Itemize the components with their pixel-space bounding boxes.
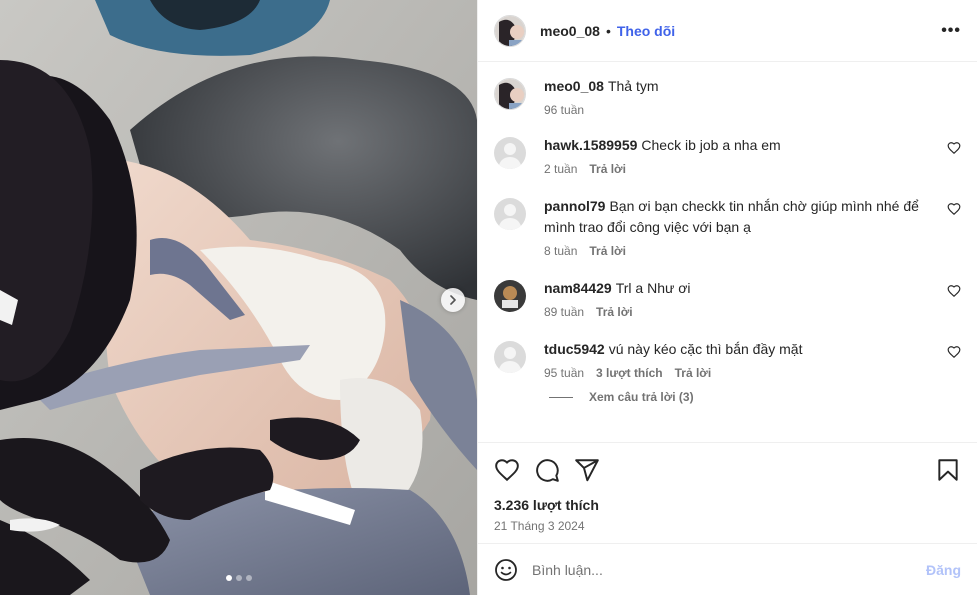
comment-username[interactable]: tduc5942 [544, 341, 605, 357]
comment-content: Trl a Như ơi [615, 280, 691, 296]
comment-meta: 96 tuần [544, 103, 933, 117]
comment-body: meo0_08 Thả tym 96 tuần [544, 76, 961, 117]
post-actions: 3.236 lượt thích 21 Tháng 3 2024 [478, 442, 977, 543]
comment-content: Thả tym [607, 78, 659, 94]
add-comment-bar: Đăng [478, 543, 977, 595]
post-caption: meo0_08 Thả tym 96 tuần [494, 76, 961, 117]
post-details-panel: meo0_08 • Theo dõi ••• meo0_08 Thả tym 9… [477, 0, 977, 595]
comments-list[interactable]: meo0_08 Thả tym 96 tuần hawk.1589959 Che… [478, 62, 977, 442]
comment-text: pannol79 Bạn ơi bạn checkk tin nhắn chờ g… [544, 196, 933, 238]
comment-body: hawk.1589959 Check ib job a nha em 2 tuần… [544, 135, 961, 176]
view-replies-label: Xem câu trả lời (3) [589, 390, 694, 404]
comment-content: Check ib job a nha em [641, 137, 781, 153]
carousel-dot [245, 575, 252, 581]
heart-icon[interactable] [494, 457, 520, 483]
comment-text: meo0_08 Thả tym [544, 76, 933, 97]
bookmark-icon[interactable] [935, 457, 961, 483]
more-options-icon[interactable]: ••• [941, 22, 961, 40]
comment-body: pannol79 Bạn ơi bạn checkk tin nhắn chờ g… [544, 196, 961, 258]
post-header: meo0_08 • Theo dõi ••• [478, 0, 977, 62]
carousel-dot-active [225, 575, 232, 581]
comment-time[interactable]: 8 tuần [544, 244, 577, 258]
comment-content: vú này kéo cặc thì bắn đầy mặt [608, 341, 803, 357]
comment-item: tduc5942 vú này kéo cặc thì bắn đầy mặt 9… [494, 339, 961, 380]
comment-item: pannol79 Bạn ơi bạn checkk tin nhắn chờ g… [494, 196, 961, 258]
post-photo [0, 0, 477, 595]
comment-meta: 95 tuần 3 lượt thích Trả lời [544, 366, 933, 380]
comment-time[interactable]: 2 tuần [544, 162, 577, 176]
comment-time[interactable]: 95 tuần [544, 366, 584, 380]
comment-item: nam84429 Trl a Như ơi 89 tuần Trả lời [494, 278, 961, 319]
reply-button[interactable]: Trả lời [675, 366, 712, 380]
comment-item: hawk.1589959 Check ib job a nha em 2 tuần… [494, 135, 961, 176]
comment-username[interactable]: nam84429 [544, 280, 612, 296]
comment-text: tduc5942 vú này kéo cặc thì bắn đầy mặt [544, 339, 933, 360]
default-avatar-icon[interactable] [494, 341, 526, 373]
comment-text: hawk.1589959 Check ib job a nha em [544, 135, 933, 156]
comment-text: nam84429 Trl a Như ơi [544, 278, 933, 299]
carousel-dots [0, 575, 477, 581]
author-username[interactable]: meo0_08 [540, 23, 600, 39]
default-avatar-icon[interactable] [494, 137, 526, 169]
heart-icon[interactable] [947, 141, 961, 155]
comment-time[interactable]: 96 tuần [544, 103, 584, 117]
heart-icon[interactable] [947, 202, 961, 216]
reply-button[interactable]: Trả lời [589, 162, 626, 176]
carousel-next-button[interactable] [441, 288, 465, 312]
comment-meta: 8 tuần Trả lời [544, 244, 933, 258]
default-avatar-icon[interactable] [494, 198, 526, 230]
send-icon[interactable] [574, 457, 600, 483]
header-separator: • [605, 22, 611, 39]
follow-button[interactable]: Theo dõi [617, 23, 675, 39]
user-avatar[interactable] [494, 280, 526, 312]
comment-icon[interactable] [534, 457, 560, 483]
action-icons-row [494, 457, 961, 483]
comment-username[interactable]: hawk.1589959 [544, 137, 637, 153]
replies-divider [549, 396, 573, 398]
comment-body: tduc5942 vú này kéo cặc thì bắn đầy mặt 9… [544, 339, 961, 380]
post-date[interactable]: 21 Tháng 3 2024 [494, 519, 961, 533]
reply-button[interactable]: Trả lời [596, 305, 633, 319]
comment-input[interactable] [532, 561, 926, 578]
comment-meta: 2 tuần Trả lời [544, 162, 933, 176]
view-replies-button[interactable]: Xem câu trả lời (3) [549, 390, 961, 404]
comment-meta: 89 tuần Trả lời [544, 305, 933, 319]
heart-icon[interactable] [947, 284, 961, 298]
comment-time[interactable]: 89 tuần [544, 305, 584, 319]
author-avatar[interactable] [494, 14, 526, 47]
comment-username[interactable]: pannol79 [544, 198, 605, 214]
post-dialog: meo0_08 • Theo dõi ••• meo0_08 Thả tym 9… [0, 0, 977, 595]
emoji-icon[interactable] [494, 558, 518, 582]
comment-likes-count[interactable]: 3 lượt thích [596, 366, 663, 380]
post-media[interactable] [0, 0, 477, 595]
heart-icon[interactable] [947, 345, 961, 359]
carousel-dot [235, 575, 242, 581]
reply-button[interactable]: Trả lời [589, 244, 626, 258]
caption-author-avatar[interactable] [494, 78, 526, 110]
comment-username[interactable]: meo0_08 [544, 78, 604, 94]
chevron-right-icon [450, 295, 456, 305]
likes-count[interactable]: 3.236 lượt thích [494, 497, 961, 513]
post-comment-button[interactable]: Đăng [926, 562, 961, 578]
comment-body: nam84429 Trl a Như ơi 89 tuần Trả lời [544, 278, 961, 319]
